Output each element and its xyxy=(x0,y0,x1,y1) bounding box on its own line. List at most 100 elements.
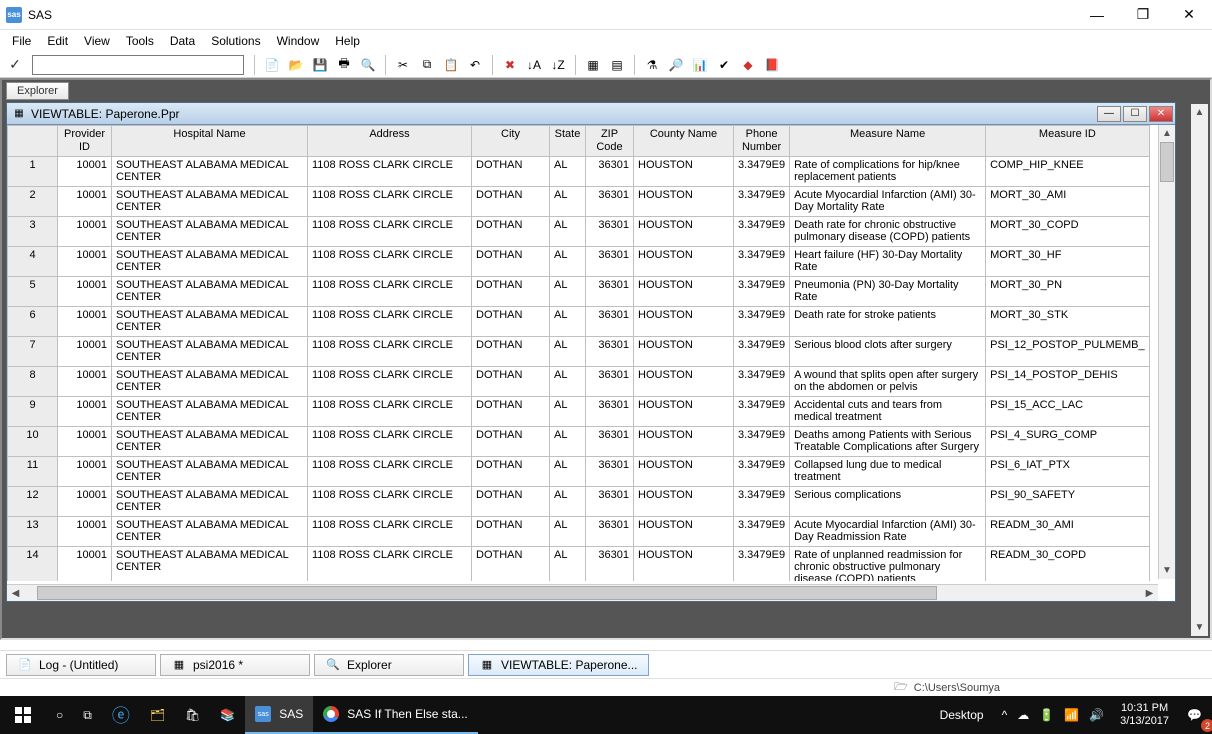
cut-icon[interactable]: ✂ xyxy=(392,54,414,76)
vertical-scrollbar[interactable]: ▲ ▼ xyxy=(1158,125,1175,579)
col-header[interactable]: Phone Number xyxy=(734,126,790,157)
col-header[interactable]: Address xyxy=(308,126,472,157)
battery-icon[interactable]: 🔋 xyxy=(1039,708,1054,722)
cell[interactable]: HOUSTON xyxy=(634,547,734,582)
mdi-scrollbar[interactable]: ▲ ▼ xyxy=(1191,104,1208,636)
submit-button[interactable]: ✓ xyxy=(4,54,26,76)
cell[interactable]: 10001 xyxy=(58,247,112,277)
vt-maximize-button[interactable]: ☐ xyxy=(1123,106,1147,122)
cell[interactable]: 3.3479E9 xyxy=(734,187,790,217)
cell[interactable]: SOUTHEAST ALABAMA MEDICAL CENTER xyxy=(112,397,308,427)
cortana-button[interactable]: ○ xyxy=(46,696,73,734)
table-row[interactable]: 310001SOUTHEAST ALABAMA MEDICAL CENTER11… xyxy=(8,217,1150,247)
volume-icon[interactable]: 🔊 xyxy=(1089,708,1104,722)
table-row[interactable]: 1110001SOUTHEAST ALABAMA MEDICAL CENTER1… xyxy=(8,457,1150,487)
col-header[interactable]: State xyxy=(550,126,586,157)
where-icon[interactable]: 🔎 xyxy=(665,54,687,76)
cell[interactable]: 36301 xyxy=(586,547,634,582)
table-row[interactable]: 810001SOUTHEAST ALABAMA MEDICAL CENTER11… xyxy=(8,367,1150,397)
table-row[interactable]: 510001SOUTHEAST ALABAMA MEDICAL CENTER11… xyxy=(8,277,1150,307)
cell[interactable]: DOTHAN xyxy=(472,247,550,277)
table-row[interactable]: 1010001SOUTHEAST ALABAMA MEDICAL CENTER1… xyxy=(8,427,1150,457)
print-icon[interactable]: 🖶 xyxy=(333,54,355,76)
cell[interactable]: DOTHAN xyxy=(472,307,550,337)
cell[interactable]: AL xyxy=(550,487,586,517)
cell[interactable]: AL xyxy=(550,157,586,187)
cell[interactable]: 3.3479E9 xyxy=(734,157,790,187)
cell[interactable]: 10001 xyxy=(58,277,112,307)
cell[interactable]: HOUSTON xyxy=(634,307,734,337)
menu-help[interactable]: Help xyxy=(327,32,368,50)
cell[interactable]: 3.3479E9 xyxy=(734,427,790,457)
cell[interactable]: 36301 xyxy=(586,157,634,187)
data-grid[interactable]: Provider IDHospital NameAddressCityState… xyxy=(7,125,1150,581)
cell[interactable]: 36301 xyxy=(586,487,634,517)
cell[interactable]: 36301 xyxy=(586,397,634,427)
cell[interactable]: HOUSTON xyxy=(634,367,734,397)
scroll-thumb[interactable] xyxy=(37,586,937,600)
minimize-button[interactable]: — xyxy=(1074,0,1120,30)
table-row[interactable]: 1210001SOUTHEAST ALABAMA MEDICAL CENTER1… xyxy=(8,487,1150,517)
rownum-cell[interactable]: 11 xyxy=(8,457,58,487)
cell[interactable]: 3.3479E9 xyxy=(734,337,790,367)
cell[interactable]: 1108 ROSS CLARK CIRCLE xyxy=(308,367,472,397)
cell[interactable]: 3.3479E9 xyxy=(734,367,790,397)
close-button[interactable]: ✕ xyxy=(1166,0,1212,30)
scroll-right-icon[interactable]: ▶ xyxy=(1141,585,1158,601)
cell[interactable]: HOUSTON xyxy=(634,187,734,217)
cell[interactable]: HOUSTON xyxy=(634,517,734,547)
cell[interactable]: HOUSTON xyxy=(634,157,734,187)
menu-tools[interactable]: Tools xyxy=(118,32,162,50)
preview-icon[interactable]: 🔍 xyxy=(357,54,379,76)
cell[interactable]: PSI_6_IAT_PTX xyxy=(986,457,1149,487)
table-row[interactable]: 710001SOUTHEAST ALABAMA MEDICAL CENTER11… xyxy=(8,337,1150,367)
cell[interactable]: Acute Myocardial Infarction (AMI) 30-Day… xyxy=(790,517,986,547)
form-icon[interactable]: ▤ xyxy=(606,54,628,76)
cell[interactable]: DOTHAN xyxy=(472,277,550,307)
cell[interactable]: DOTHAN xyxy=(472,397,550,427)
cell[interactable]: DOTHAN xyxy=(472,337,550,367)
cell[interactable]: MORT_30_STK xyxy=(986,307,1149,337)
rownum-cell[interactable]: 14 xyxy=(8,547,58,582)
cell[interactable]: HOUSTON xyxy=(634,487,734,517)
cell[interactable]: 36301 xyxy=(586,247,634,277)
rownum-cell[interactable]: 7 xyxy=(8,337,58,367)
cell[interactable]: 36301 xyxy=(586,517,634,547)
table-row[interactable]: 110001SOUTHEAST ALABAMA MEDICAL CENTER11… xyxy=(8,157,1150,187)
cell[interactable]: COMP_HIP_KNEE xyxy=(986,157,1149,187)
viewtable-titlebar[interactable]: ▦ VIEWTABLE: Paperone.Ppr — ☐ ✕ xyxy=(7,103,1175,125)
cell[interactable]: PSI_12_POSTOP_PULMEMB_ xyxy=(986,337,1149,367)
cell[interactable]: 1108 ROSS CLARK CIRCLE xyxy=(308,277,472,307)
winrar-icon[interactable]: 📚 xyxy=(210,696,245,734)
cell[interactable]: 3.3479E9 xyxy=(734,247,790,277)
cell[interactable]: 36301 xyxy=(586,307,634,337)
cell[interactable]: DOTHAN xyxy=(472,157,550,187)
cell[interactable]: READM_30_AMI xyxy=(986,517,1149,547)
cell[interactable]: Death rate for stroke patients xyxy=(790,307,986,337)
explorer-tab[interactable]: Explorer xyxy=(6,82,69,100)
file-explorer-icon[interactable]: 🗂 xyxy=(140,696,175,734)
commit-icon[interactable]: ✔ xyxy=(713,54,735,76)
menu-window[interactable]: Window xyxy=(269,32,328,50)
menu-file[interactable]: File xyxy=(4,32,39,50)
cell[interactable]: 36301 xyxy=(586,337,634,367)
grid-icon[interactable]: ▦ xyxy=(582,54,604,76)
cell[interactable]: Rate of unplanned readmission for chroni… xyxy=(790,547,986,582)
cell[interactable]: MORT_30_PN xyxy=(986,277,1149,307)
store-icon[interactable]: 🛍 xyxy=(175,696,210,734)
menu-view[interactable]: View xyxy=(76,32,118,50)
cell[interactable]: 10001 xyxy=(58,427,112,457)
cell[interactable]: AL xyxy=(550,427,586,457)
cell[interactable]: 36301 xyxy=(586,187,634,217)
rownum-cell[interactable]: 6 xyxy=(8,307,58,337)
table-row[interactable]: 610001SOUTHEAST ALABAMA MEDICAL CENTER11… xyxy=(8,307,1150,337)
cell[interactable]: 10001 xyxy=(58,217,112,247)
cell[interactable]: 36301 xyxy=(586,427,634,457)
menu-data[interactable]: Data xyxy=(162,32,203,50)
rownum-cell[interactable]: 2 xyxy=(8,187,58,217)
cell[interactable]: 1108 ROSS CLARK CIRCLE xyxy=(308,247,472,277)
cell[interactable]: PSI_15_ACC_LAC xyxy=(986,397,1149,427)
col-header[interactable]: County Name xyxy=(634,126,734,157)
cell[interactable]: READM_30_COPD xyxy=(986,547,1149,582)
rownum-cell[interactable]: 13 xyxy=(8,517,58,547)
